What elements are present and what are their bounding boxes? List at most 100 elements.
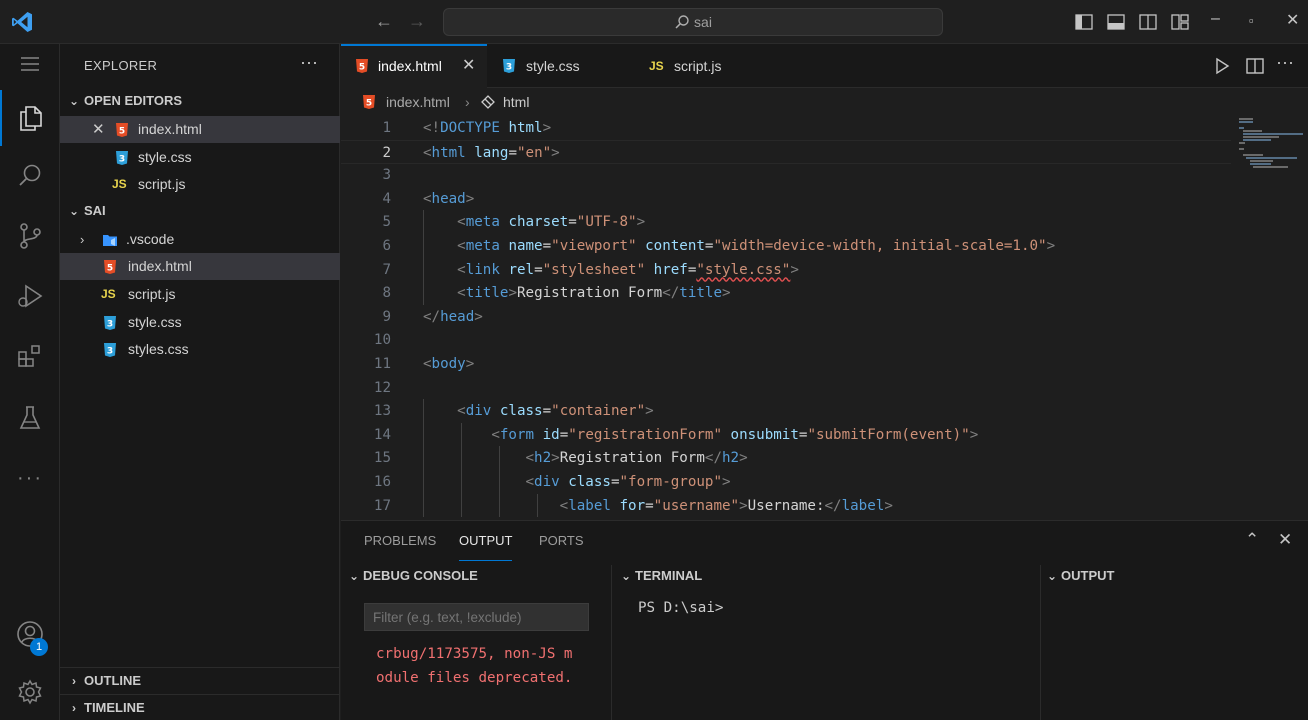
code-line[interactable]: 4 <head> <box>341 187 1231 211</box>
restore-icon[interactable]: ▫ <box>1249 13 1254 28</box>
chevron-right-icon: › <box>80 232 85 247</box>
code-text: <!DOCTYPE html> <box>423 120 552 136</box>
code-line[interactable]: 9 </head> <box>341 305 1231 329</box>
code-line[interactable]: 7 <link rel="stylesheet" href="style.css… <box>341 258 1231 282</box>
panel-tab-ports[interactable]: PORTS <box>539 521 584 561</box>
toggle-panel-icon[interactable] <box>1106 12 1126 32</box>
tree-item-label: index.html <box>128 258 192 274</box>
chevron-right-icon: › <box>72 701 76 715</box>
close-window-icon[interactable]: ✕ <box>1286 10 1299 30</box>
terminal-header[interactable]: ⌄ TERMINAL <box>617 565 702 587</box>
css-file-icon: 3 <box>104 343 116 357</box>
code-line[interactable]: 12 <box>341 376 1231 400</box>
menu-button[interactable] <box>0 36 60 92</box>
code-editor[interactable]: 1 <!DOCTYPE html> 2 <html lang="en"> 3 4 <head… <box>341 116 1231 520</box>
code-text: <form id="registrationForm" onsubmit="su… <box>491 426 979 443</box>
toggle-secondary-sidebar-icon[interactable] <box>1138 12 1158 32</box>
tree-item-style-css[interactable]: 3 style.css <box>60 309 340 336</box>
tree-item-index-html[interactable]: 5 index.html <box>60 253 340 280</box>
code-line[interactable]: 1 <!DOCTYPE html> <box>341 116 1231 140</box>
line-number: 15 <box>373 450 391 467</box>
folder-sai-header[interactable]: ⌄ SAI <box>60 198 340 224</box>
activity-testing[interactable] <box>0 390 60 446</box>
tree-item-label: styles.css <box>128 341 189 357</box>
tab-label: script.js <box>674 58 722 74</box>
code-line[interactable]: 2 <html lang="en"> <box>341 139 1231 164</box>
toggle-primary-sidebar-icon[interactable] <box>1074 12 1094 32</box>
code-line[interactable]: 11 <body> <box>341 352 1231 376</box>
more-actions-icon[interactable]: ··· <box>300 52 318 73</box>
html-file-icon: 5 <box>104 260 116 274</box>
pane-divider[interactable] <box>1040 565 1041 720</box>
tab-style-css[interactable]: 3 style.css <box>487 44 635 88</box>
svg-text:5: 5 <box>366 99 372 109</box>
open-editor-item[interactable]: 3 style.css <box>60 144 340 171</box>
maximize-panel-icon[interactable]: ⌃ <box>1245 530 1259 550</box>
customize-layout-icon[interactable] <box>1170 12 1190 32</box>
debug-message: crbug/1173575, non-JS m <box>376 646 573 662</box>
close-editor-icon[interactable]: ✕ <box>92 116 105 143</box>
debug-console-header[interactable]: ⌄ DEBUG CONSOLE <box>345 565 478 587</box>
activity-bar: ··· 1 <box>0 44 60 720</box>
run-icon[interactable] <box>1213 57 1231 75</box>
minimap-line <box>1249 160 1274 162</box>
code-line[interactable]: 13 <div class="container"> <box>341 399 1231 423</box>
activity-extensions[interactable] <box>0 328 60 384</box>
js-file-icon: JS <box>101 287 116 301</box>
code-line[interactable]: 5 <meta charset="UTF-8"> <box>341 210 1231 234</box>
debug-filter-input[interactable] <box>364 603 589 631</box>
code-line[interactable]: 14 <form id="registrationForm" onsubmit=… <box>341 423 1231 447</box>
activity-more[interactable]: ··· <box>0 450 60 506</box>
activity-accounts[interactable]: 1 <box>0 606 60 662</box>
activity-explorer[interactable] <box>0 90 60 146</box>
outline-header[interactable]: › OUTLINE <box>60 667 340 693</box>
outline-label: OUTLINE <box>84 673 142 688</box>
tree-item-script-js[interactable]: JS script.js <box>60 281 340 308</box>
minimap-line <box>1242 139 1272 141</box>
tree-item-vscode-folder[interactable]: › .vscode <box>60 226 340 253</box>
code-text: <body> <box>423 356 475 372</box>
breadcrumb-symbol[interactable]: html <box>503 90 529 114</box>
command-center-search[interactable]: sai <box>443 8 943 36</box>
code-line[interactable]: 6 <meta name="viewport" content="width=d… <box>341 234 1231 258</box>
panel-tab-output[interactable]: OUTPUT <box>459 521 513 561</box>
output-header[interactable]: ⌄ OUTPUT <box>1043 565 1114 587</box>
open-editor-item[interactable]: JS script.js <box>60 171 340 198</box>
code-line[interactable]: 10 <box>341 328 1231 352</box>
line-number: 2 <box>382 144 391 161</box>
code-text: <title>Registration Form</title> <box>457 285 731 302</box>
code-line[interactable]: 15 <h2>Registration Form</h2> <box>341 446 1231 470</box>
code-line[interactable]: 17 <label for="username">Username:</labe… <box>341 494 1231 518</box>
close-tab-icon[interactable]: ✕ <box>462 44 475 88</box>
minimize-icon[interactable]: – <box>1211 10 1220 28</box>
activity-run-debug[interactable] <box>0 268 60 324</box>
tree-item-styles-css[interactable]: 3 styles.css <box>60 336 340 363</box>
code-line[interactable]: 3 <box>341 163 1231 187</box>
bottom-panel: PROBLEMS OUTPUT PORTS ⌃ ✕ ⌄ DEBUG CONSOLE… <box>341 520 1308 720</box>
pane-divider[interactable] <box>611 565 612 720</box>
panel-tab-problems[interactable]: PROBLEMS <box>364 521 436 561</box>
minimap[interactable] <box>1231 114 1308 520</box>
terminal-prompt[interactable]: PS D:\sai> <box>638 600 723 616</box>
tab-index-html[interactable]: 5 index.html ✕ <box>341 44 487 88</box>
activity-search[interactable] <box>0 148 60 204</box>
open-editors-header[interactable]: ⌄ OPEN EDITORS <box>60 88 340 114</box>
breadcrumb-file[interactable]: index.html <box>386 90 450 114</box>
minimap-line <box>1239 118 1253 120</box>
forward-arrow-icon[interactable]: → <box>408 11 426 32</box>
split-editor-icon[interactable] <box>1245 56 1265 76</box>
activity-source-control[interactable] <box>0 208 60 264</box>
activity-manage[interactable] <box>0 664 60 720</box>
timeline-header[interactable]: › TIMELINE <box>60 694 340 720</box>
open-editor-item[interactable]: ✕ 5 index.html <box>60 116 340 143</box>
back-arrow-icon[interactable]: ← <box>375 11 393 32</box>
close-panel-icon[interactable]: ✕ <box>1278 530 1292 550</box>
code-line[interactable]: 16 <div class="form-group"> <box>341 470 1231 494</box>
more-actions-icon[interactable]: ··· <box>1276 52 1294 73</box>
line-number: 17 <box>373 497 391 514</box>
vscode-logo-icon[interactable] <box>10 10 34 34</box>
code-line[interactable]: 8 <title>Registration Form</title> <box>341 281 1231 305</box>
chevron-down-icon: ⌄ <box>348 569 360 583</box>
tab-label: style.css <box>526 58 580 74</box>
tab-script-js[interactable]: JS script.js <box>635 44 783 88</box>
